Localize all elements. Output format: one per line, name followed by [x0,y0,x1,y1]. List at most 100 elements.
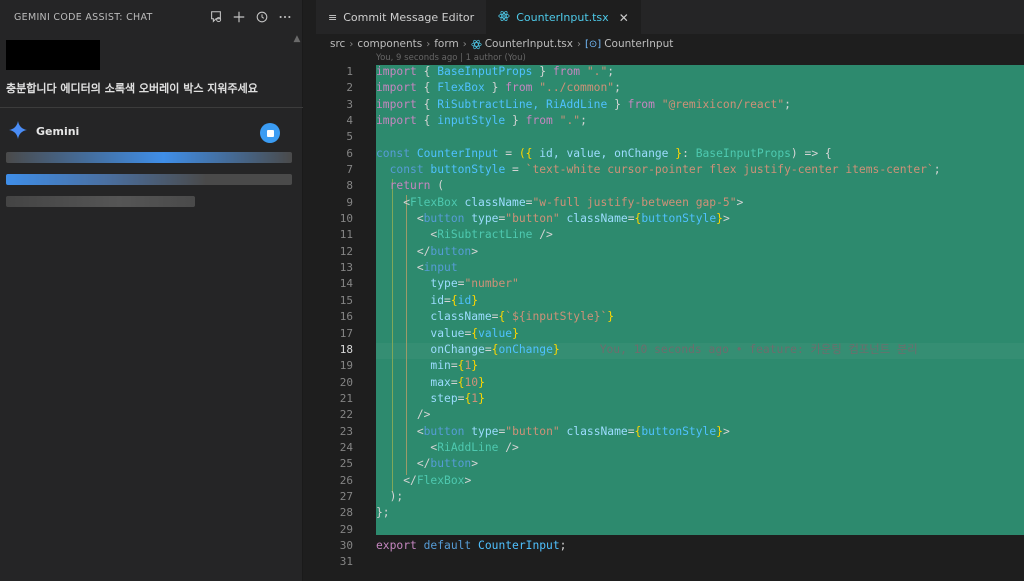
code-token: = [498,146,519,160]
code-token: FlexBox [410,195,458,209]
code-line[interactable]: 10 <button type="button" className={butt… [316,211,1024,227]
code-token: const [389,163,424,177]
more-options-icon[interactable] [278,10,292,24]
code-token: ; [614,81,621,95]
code-line[interactable]: 20 max={10} [316,375,1024,391]
code-line[interactable]: 3 import { RiSubtractLine, RiAddLine } fr… [316,97,1024,113]
code-token: } [478,375,485,389]
code-line[interactable]: 6 const CounterInput = ({ id, value, onCh… [316,146,1024,162]
code-line[interactable]: 27 ); [316,489,1024,505]
code-line[interactable]: 9 <FlexBox className="w-full justify-bet… [316,195,1024,211]
code-line[interactable]: 14 type="number" [316,276,1024,292]
line-number: 2 [346,81,353,95]
code-token: button [423,424,465,438]
code-token: buttonStyle [641,212,717,226]
code-token: export [376,538,417,552]
code-line[interactable]: 7 const buttonStyle = `text-white cursor… [316,162,1024,178]
code-line[interactable]: 26 </FlexBox> [316,473,1024,489]
code-token: < [416,212,424,226]
breadcrumb-components[interactable]: components [357,38,422,50]
line-number: 31 [339,555,353,569]
code-line[interactable]: 28}; [316,505,1024,521]
code-line[interactable]: 16 className={`${inputStyle}`} [316,309,1024,325]
code-line[interactable]: 29 [316,522,1024,538]
code-token: "." [552,114,581,128]
inline-blame-annotation: You, 10 seconds ago • feature: 카운팅 컴포넌트 … [599,342,918,356]
code-line[interactable]: 11 <RiSubtractLine /> [316,227,1024,243]
line-number: 29 [339,522,353,536]
code-line[interactable]: 22 /> [316,407,1024,423]
code-token: </ [403,473,417,487]
code-line[interactable]: 31 [316,554,1024,570]
line-number: 17 [339,326,353,340]
code-line[interactable]: 18 onChange={onChange} You, 10 seconds ag… [316,342,1024,358]
code-line[interactable]: 2 import { FlexBox } from "../common"; [316,80,1024,96]
code-line[interactable]: 19 min={1} [316,358,1024,374]
code-token: = [505,163,526,177]
new-chat-plus-icon[interactable] [232,10,246,24]
close-tab-icon[interactable]: ✕ [619,11,629,25]
chevron-right-icon: › [577,38,581,50]
code-token: BaseInputProps [437,65,533,78]
history-icon[interactable] [255,10,269,24]
code-token: { [416,81,438,95]
react-file-icon [471,39,482,49]
code-token: `${inputStyle}` [505,310,608,324]
line-number: 7 [346,163,353,177]
code-line[interactable]: 13 <input [316,260,1024,276]
code-line[interactable]: 24 <RiAddLine /> [316,440,1024,456]
code-text: step={1} [376,391,484,407]
breadcrumb-form[interactable]: form [434,38,458,50]
code-line[interactable]: 8 return ( [316,178,1024,194]
breadcrumb-src[interactable]: src [330,38,345,50]
code-text: /> [376,407,431,423]
stop-square-icon [266,129,274,137]
code-area[interactable]: You, 9 seconds ago | 1 author (You) 1 imp… [316,53,1024,571]
code-line[interactable]: 21 step={1} [316,391,1024,407]
code-token: ; [933,163,941,177]
code-token: "@remixicon/react" [654,97,785,111]
code-token: button [430,457,472,471]
code-token: default [416,538,472,552]
code-line[interactable]: 12 </button> [316,244,1024,260]
code-token: min [430,359,451,373]
code-text: import { FlexBox } from "../common"; [376,80,621,96]
scroll-up-arrow-icon[interactable]: ▲ [292,34,302,48]
code-token: > [464,473,472,487]
code-text: const buttonStyle = `text-white cursor-p… [376,162,941,178]
code-line[interactable]: 15 id={id} [316,293,1024,309]
code-token: } [471,359,479,373]
line-number: 30 [339,538,353,552]
chat-person-icon[interactable] [209,10,223,24]
code-line[interactable]: 4 import { inputStyle } from "."; [316,113,1024,129]
breadcrumb-file[interactable]: CounterInput.tsx [471,38,573,50]
breadcrumb-symbol[interactable]: [⊙] CounterInput [585,38,673,50]
code-token: id [430,293,445,307]
code-token: { [450,293,458,307]
code-line[interactable]: 17 value={value} [316,326,1024,342]
code-line[interactable]: 23 <button type="button" className={butt… [316,424,1024,440]
code-token: 10 [464,375,479,389]
code-text: export default CounterInput; [376,538,566,554]
code-text: min={1} [376,358,478,374]
line-number: 20 [339,375,353,389]
code-line[interactable]: 1 import { BaseInputProps } from "."; [316,64,1024,80]
code-token: className [559,424,628,438]
code-line[interactable]: 25 </button> [316,456,1024,472]
code-line[interactable]: 30 export default CounterInput; [316,538,1024,554]
stop-generation-button[interactable] [260,123,280,143]
tab-counterinput[interactable]: CounterInput.tsx ✕ [486,0,641,34]
code-text: </button> [376,244,478,260]
code-token: > [736,195,744,209]
code-token: FlexBox [437,81,485,95]
tab-commit-message-editor[interactable]: ≡ Commit Message Editor [316,0,486,34]
code-text: import { BaseInputProps } from "."; [376,64,614,80]
code-token: import [376,81,417,95]
code-line[interactable]: 5 [316,129,1024,145]
code-token: type [430,277,458,291]
code-token: ) => { [790,146,832,160]
code-token: import [376,65,417,78]
code-token: type [464,212,499,226]
code-text: const CounterInput = ({ id, value, onCha… [376,146,832,162]
code-token: from [552,65,581,78]
